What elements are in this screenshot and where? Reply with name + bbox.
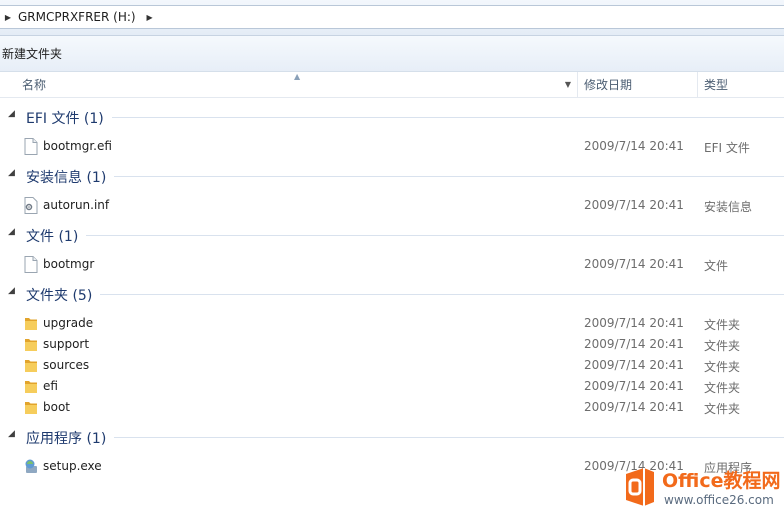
column-name[interactable]: ▲ 名称 ▼ [4,72,578,98]
file-name: bootmgr.efi [43,139,112,153]
breadcrumb-chevron-icon[interactable]: ▶ [144,13,156,22]
collapse-triangle-icon[interactable]: ◢ [8,109,15,119]
file-type: 文件 [704,259,729,273]
list-item[interactable]: autorun.inf 2009/7/14 20:41 安装信息 [0,195,784,216]
watermark: Office教程网 www.office26.com [616,462,784,515]
breadcrumb-drive[interactable]: GRMCPRXFRER (H:) [14,10,142,24]
watermark-title: Office教程网 [662,470,781,492]
setup-info-icon [24,197,38,214]
file-icon [24,256,38,273]
breadcrumb[interactable]: ▶ GRMCPRXFRER (H:) ▶ [0,5,784,29]
folder-icon [24,399,38,416]
group-title: 文件夹 (5) [26,288,93,304]
group-divider [100,294,784,295]
column-type-label: 类型 [704,78,729,92]
setup-exe-icon [24,458,38,475]
file-name: upgrade [43,316,94,330]
folder-icon [24,315,38,332]
file-date: 2009/7/14 20:41 [584,337,684,351]
collapse-triangle-icon[interactable]: ◢ [8,168,15,178]
group-divider [86,235,784,236]
group-title: EFI 文件 (1) [26,111,104,127]
file-date: 2009/7/14 20:41 [584,379,684,393]
sort-up-icon: ▲ [294,72,301,81]
folder-icon [24,336,38,353]
column-name-label: 名称 [22,78,47,92]
file-name: sources [43,358,90,372]
list-item[interactable]: sources 2009/7/14 20:41 文件夹 [0,355,784,376]
file-type: 文件夹 [704,381,741,395]
file-list: ◢ EFI 文件 (1) bootmgr.efi 2009/7/14 20:41 EFI… [0,98,784,477]
column-header: ▲ 名称 ▼ 修改日期 类型 [0,72,784,98]
list-item[interactable]: bootmgr 2009/7/14 20:41 文件 [0,254,784,275]
list-item[interactable]: bootmgr.efi 2009/7/14 20:41 EFI 文件 [0,136,784,157]
group-title: 应用程序 (1) [26,431,107,447]
collapse-triangle-icon[interactable]: ◢ [8,227,15,237]
file-date: 2009/7/14 20:41 [584,400,684,414]
file-name: efi [43,379,58,393]
file-name: autorun.inf [43,198,110,212]
address-bar: ▶ GRMCPRXFRER (H:) ▶ [0,0,784,36]
file-type: 文件夹 [704,402,741,416]
column-date-label: 修改日期 [584,78,633,92]
column-filter-dropdown-icon[interactable]: ▼ [565,72,571,98]
file-type: 文件夹 [704,360,741,374]
list-item[interactable]: boot 2009/7/14 20:41 文件夹 [0,397,784,418]
column-type[interactable]: 类型 [698,72,784,98]
file-date: 2009/7/14 20:41 [584,257,684,271]
group-title: 文件 (1) [26,229,79,245]
collapse-triangle-icon[interactable]: ◢ [8,429,15,439]
list-item[interactable]: support 2009/7/14 20:41 文件夹 [0,334,784,355]
folder-icon [24,357,38,374]
new-folder-button[interactable]: 新建文件夹 [0,41,64,66]
group-header[interactable]: ◢ 安装信息 (1) [0,157,784,195]
list-item[interactable]: efi 2009/7/14 20:41 文件夹 [0,376,784,397]
file-date: 2009/7/14 20:41 [584,139,684,153]
file-date: 2009/7/14 20:41 [584,316,684,330]
file-name: bootmgr [43,257,95,271]
file-name: boot [43,400,71,414]
file-type: 文件夹 [704,318,741,332]
group-divider [114,176,784,177]
group-header[interactable]: ◢ EFI 文件 (1) [0,98,784,136]
breadcrumb-chevron-icon[interactable]: ▶ [2,13,14,22]
file-name: setup.exe [43,459,102,473]
column-date[interactable]: 修改日期 [578,72,698,98]
watermark-url: www.office26.com [664,493,774,507]
group-divider [114,437,784,438]
group-header[interactable]: ◢ 文件 (1) [0,216,784,254]
file-type: 安装信息 [704,200,753,214]
file-date: 2009/7/14 20:41 [584,358,684,372]
list-item[interactable]: upgrade 2009/7/14 20:41 文件夹 [0,313,784,334]
office-logo-icon [626,468,654,506]
file-date: 2009/7/14 20:41 [584,198,684,212]
group-header[interactable]: ◢ 应用程序 (1) [0,418,784,456]
file-icon [24,138,38,155]
command-bar: 新建文件夹 [0,36,784,72]
group-title: 安装信息 (1) [26,170,107,186]
file-type: EFI 文件 [704,141,750,155]
group-header[interactable]: ◢ 文件夹 (5) [0,275,784,313]
file-name: support [43,337,90,351]
folder-icon [24,378,38,395]
file-type: 文件夹 [704,339,741,353]
group-divider [112,117,784,118]
collapse-triangle-icon[interactable]: ◢ [8,286,15,296]
